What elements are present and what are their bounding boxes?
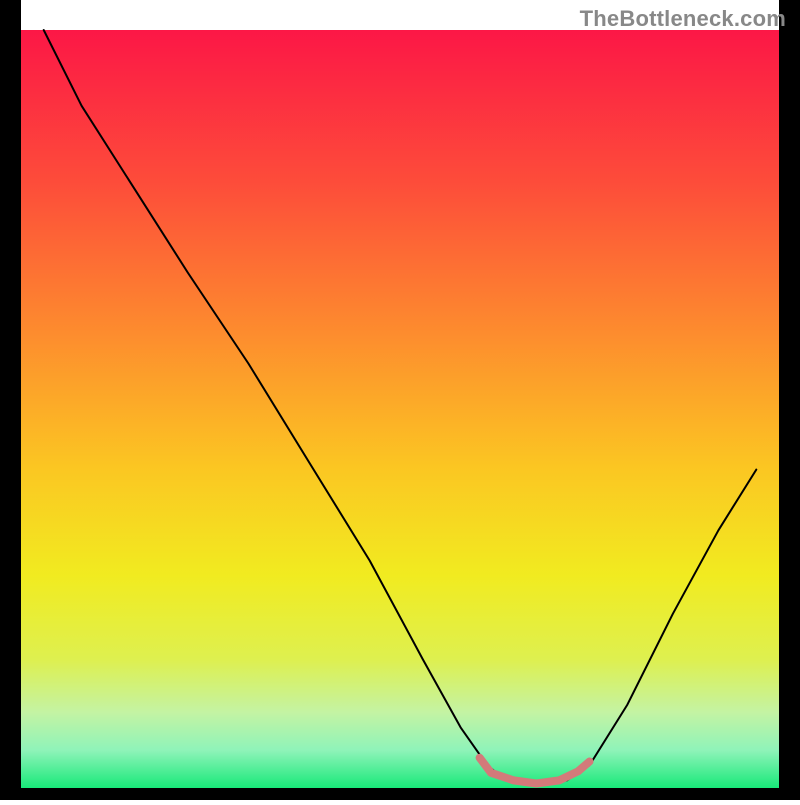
bottleneck-chart: [0, 0, 800, 800]
chart-svg: [0, 0, 800, 800]
watermark-text: TheBottleneck.com: [580, 6, 786, 32]
